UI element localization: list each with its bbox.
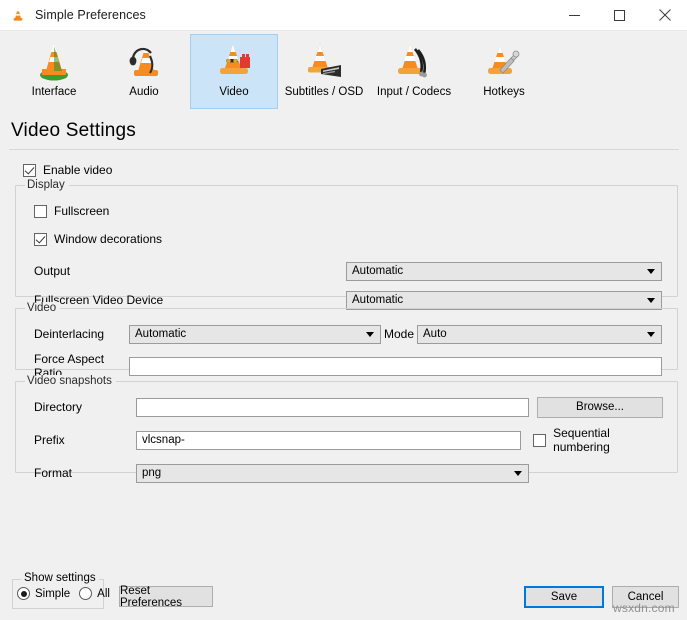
fullscreen-video-device-value: Automatic bbox=[352, 294, 404, 306]
directory-input[interactable] bbox=[136, 397, 529, 417]
video-group-title: Video bbox=[25, 302, 61, 314]
format-row: Format png bbox=[34, 462, 667, 484]
heading-divider bbox=[9, 149, 679, 150]
fullscreen-checkbox[interactable] bbox=[34, 204, 47, 218]
radio-all-label: All bbox=[97, 587, 110, 600]
fullscreen-label: Fullscreen bbox=[54, 204, 110, 218]
vlc-cone-headphones-icon bbox=[120, 40, 168, 84]
window-titlebar: Simple Preferences bbox=[0, 0, 687, 31]
tab-video[interactable]: Video bbox=[190, 34, 278, 109]
deinterlacing-combobox[interactable]: Automatic bbox=[129, 324, 381, 344]
sequential-numbering-label: Sequential numbering bbox=[553, 426, 610, 454]
window-decorations-row[interactable]: Window decorations bbox=[34, 228, 667, 250]
display-group: Display Fullscreen Window decorations Ou… bbox=[15, 179, 678, 310]
chevron-down-icon bbox=[514, 471, 522, 476]
vlc-cone-hotkeys-icon bbox=[480, 40, 528, 84]
video-snapshots-group-title: Video snapshots bbox=[25, 375, 116, 387]
tab-label: Audio bbox=[129, 86, 159, 98]
show-settings-radios: Simple All bbox=[17, 587, 119, 600]
fullscreen-row[interactable]: Fullscreen bbox=[34, 200, 667, 222]
deinterlacing-row: Deinterlacing Automatic Mode Auto bbox=[34, 323, 667, 345]
window-decorations-label: Window decorations bbox=[54, 232, 163, 246]
save-button[interactable]: Save bbox=[524, 586, 604, 608]
tab-hotkeys[interactable]: Hotkeys bbox=[460, 34, 548, 109]
mode-combobox[interactable]: Auto bbox=[417, 324, 662, 344]
output-value: Automatic bbox=[352, 265, 404, 277]
tab-audio[interactable]: Audio bbox=[100, 34, 188, 109]
format-combobox[interactable]: png bbox=[136, 463, 529, 483]
prefix-row: Prefix vlcsnap- Sequential numbering bbox=[34, 426, 667, 454]
vlc-cone-interface-icon bbox=[30, 40, 78, 84]
maximize-icon[interactable] bbox=[597, 0, 642, 30]
chevron-down-icon bbox=[366, 332, 374, 337]
page-title: Video Settings bbox=[11, 120, 136, 141]
format-value: png bbox=[142, 467, 162, 479]
directory-label: Directory bbox=[34, 400, 83, 414]
directory-row: Directory Browse... bbox=[34, 396, 667, 418]
vlc-cone-input-icon bbox=[390, 40, 438, 84]
tab-label: Hotkeys bbox=[483, 86, 525, 98]
tab-interface[interactable]: Interface bbox=[10, 34, 98, 109]
fullscreen-video-device-label: Fullscreen Video Device bbox=[34, 293, 164, 307]
prefix-input[interactable]: vlcsnap- bbox=[136, 430, 522, 450]
preferences-toolbar: Interface Audio Video Subtitles / OSD In… bbox=[0, 31, 687, 114]
cancel-button[interactable]: Cancel bbox=[612, 586, 679, 608]
chevron-down-icon bbox=[647, 332, 655, 337]
deinterlacing-value: Automatic bbox=[135, 328, 187, 340]
vlc-cone-video-icon bbox=[210, 40, 258, 84]
mode-value: Auto bbox=[423, 328, 447, 340]
show-settings-group: Show settings Simple All bbox=[12, 572, 110, 609]
chevron-down-icon bbox=[647, 269, 655, 274]
sequential-numbering-row[interactable]: Sequential numbering bbox=[533, 426, 667, 454]
prefix-label: Prefix bbox=[34, 433, 65, 447]
tab-label: Interface bbox=[31, 86, 77, 98]
display-group-title: Display bbox=[25, 179, 69, 191]
output-label: Output bbox=[34, 264, 71, 278]
tab-label: Video bbox=[219, 86, 249, 98]
tab-label: Subtitles / OSD bbox=[284, 86, 364, 98]
radio-all[interactable] bbox=[79, 587, 93, 600]
fullscreen-video-device-combobox[interactable]: Automatic bbox=[346, 290, 662, 310]
browse-button[interactable]: Browse... bbox=[537, 396, 663, 418]
settings-content: Enable video Display Fullscreen Window d… bbox=[0, 163, 687, 483]
mode-label: Mode bbox=[383, 327, 415, 341]
enable-video-row[interactable]: Enable video bbox=[23, 163, 678, 177]
radio-simple-label: Simple bbox=[35, 587, 71, 600]
vlc-cone-icon bbox=[9, 6, 27, 24]
deinterlacing-label: Deinterlacing bbox=[34, 327, 105, 341]
tab-label: Input / Codecs bbox=[376, 86, 452, 98]
minimize-icon[interactable] bbox=[552, 0, 597, 30]
force-aspect-ratio-row: Force Aspect Ratio bbox=[34, 352, 667, 380]
video-snapshots-group: Video snapshots Directory Browse... Pref… bbox=[15, 375, 678, 483]
close-icon[interactable] bbox=[642, 0, 687, 30]
vlc-cone-subtitles-icon bbox=[300, 40, 348, 84]
chevron-down-icon bbox=[647, 298, 655, 303]
force-aspect-ratio-input[interactable] bbox=[129, 356, 662, 376]
sequential-numbering-checkbox[interactable] bbox=[533, 433, 547, 447]
window-decorations-checkbox[interactable] bbox=[34, 232, 47, 246]
output-combobox[interactable]: Automatic bbox=[346, 261, 662, 281]
show-settings-title: Show settings bbox=[21, 572, 99, 584]
window-title: Simple Preferences bbox=[35, 8, 146, 22]
tab-input-codecs[interactable]: Input / Codecs bbox=[370, 34, 458, 109]
enable-video-checkbox[interactable] bbox=[23, 163, 36, 177]
tab-subtitles-osd[interactable]: Subtitles / OSD bbox=[280, 34, 368, 109]
dialog-footer: Show settings Simple All Reset Preferenc… bbox=[0, 572, 687, 620]
radio-simple[interactable] bbox=[17, 587, 30, 600]
reset-preferences-button[interactable]: Reset Preferences bbox=[119, 585, 213, 609]
video-group: Video Deinterlacing Automatic Mode Auto … bbox=[15, 302, 678, 380]
window-controls bbox=[552, 0, 687, 30]
enable-video-label: Enable video bbox=[43, 163, 113, 177]
output-row: Output Automatic bbox=[34, 260, 667, 282]
format-label: Format bbox=[34, 466, 73, 480]
